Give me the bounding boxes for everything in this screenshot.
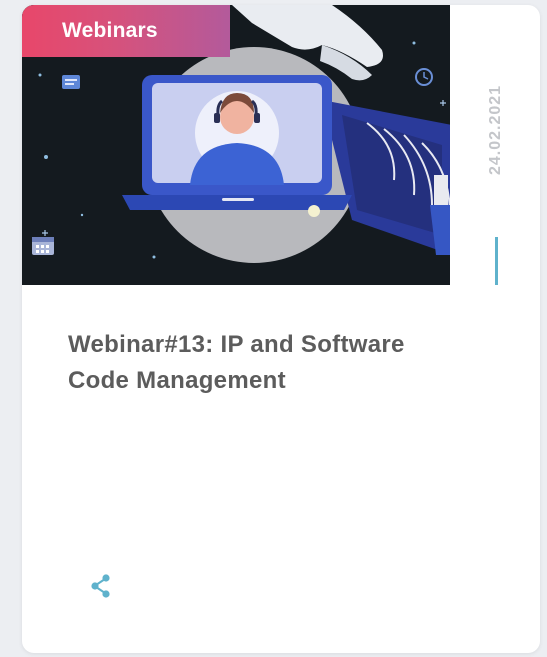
publish-date: 24.02.2021: [487, 85, 504, 176]
date-column: 24.02.2021: [478, 85, 514, 295]
date-accent-line: [495, 237, 498, 285]
category-badge[interactable]: Webinars: [22, 5, 230, 57]
card-title[interactable]: Webinar#13: IP and Software Code Managem…: [68, 327, 408, 399]
webinar-card[interactable]: Webinars 24.02.2021 Webinar#13: IP and S…: [22, 5, 540, 653]
share-icon: [91, 574, 110, 598]
webinar-illustration[interactable]: Webinars: [22, 5, 450, 285]
share-button[interactable]: [86, 571, 116, 601]
